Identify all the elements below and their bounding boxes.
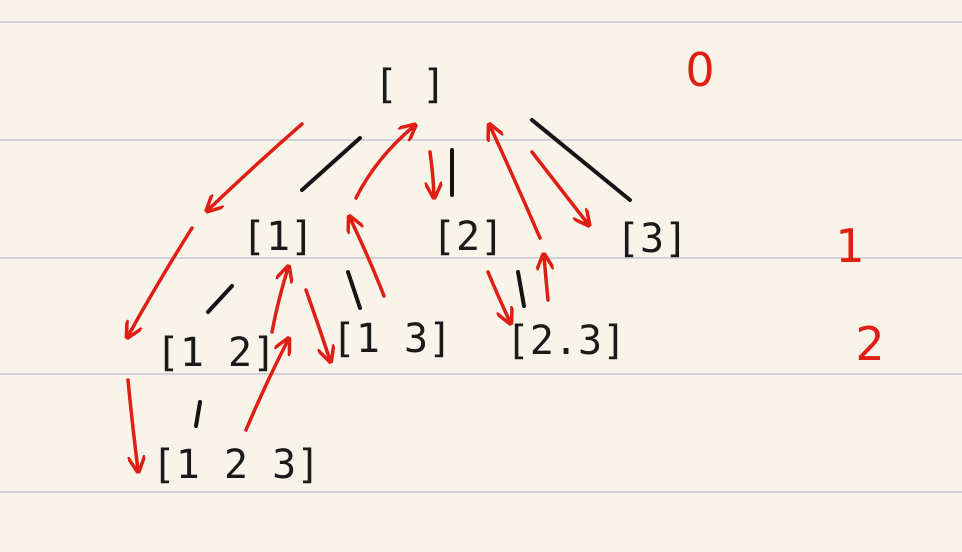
arrow-23-back-to-2 [544,256,548,302]
tree-edges [194,118,632,428]
node-2: [2] [432,214,504,260]
backtracking-tree-diagram: [ ] [1] [2] [3] [1 2] [1 3] [2.3] [1 2 3… [0,21,962,493]
arrow-1-to-13 [304,288,330,360]
tree-nodes: [ ] [1] [2] [3] [1 2] [1 3] [2.3] [1 2 3… [152,62,688,488]
arrow-1-to-12 [128,226,194,336]
edge-root-3 [530,118,632,202]
node-2-3: [2.3] [506,318,626,364]
edge-1-12 [206,284,234,314]
level-1-label: 1 [835,219,864,273]
notebook-page: [ ] [1] [2] [3] [1 2] [1 3] [2.3] [1 2 3… [0,0,962,552]
edge-12-123 [194,400,202,428]
node-1-2: [1 2] [156,330,276,376]
arrow-root-to-1 [208,122,304,210]
level-0-label: 0 [685,43,714,97]
node-1-2-3: [1 2 3] [152,442,321,488]
node-1-3: [1 3] [332,316,452,362]
node-1: [1] [242,214,314,260]
level-labels: 0 1 2 [685,43,884,371]
node-3: [3] [616,216,688,262]
arrow-root-to-3 [530,150,588,224]
arrow-12-back-to-1 [270,268,288,334]
edge-1-13 [346,270,362,310]
level-2-label: 2 [855,317,884,371]
edge-root-1 [300,136,362,192]
edge-2-23 [516,270,526,308]
arrow-root-to-2 [430,150,434,196]
arrow-1-back-to-root [354,126,414,200]
node-root: [ ] [374,62,446,108]
arrow-2-to-23 [486,270,510,322]
arrow-12-to-123 [126,378,138,470]
